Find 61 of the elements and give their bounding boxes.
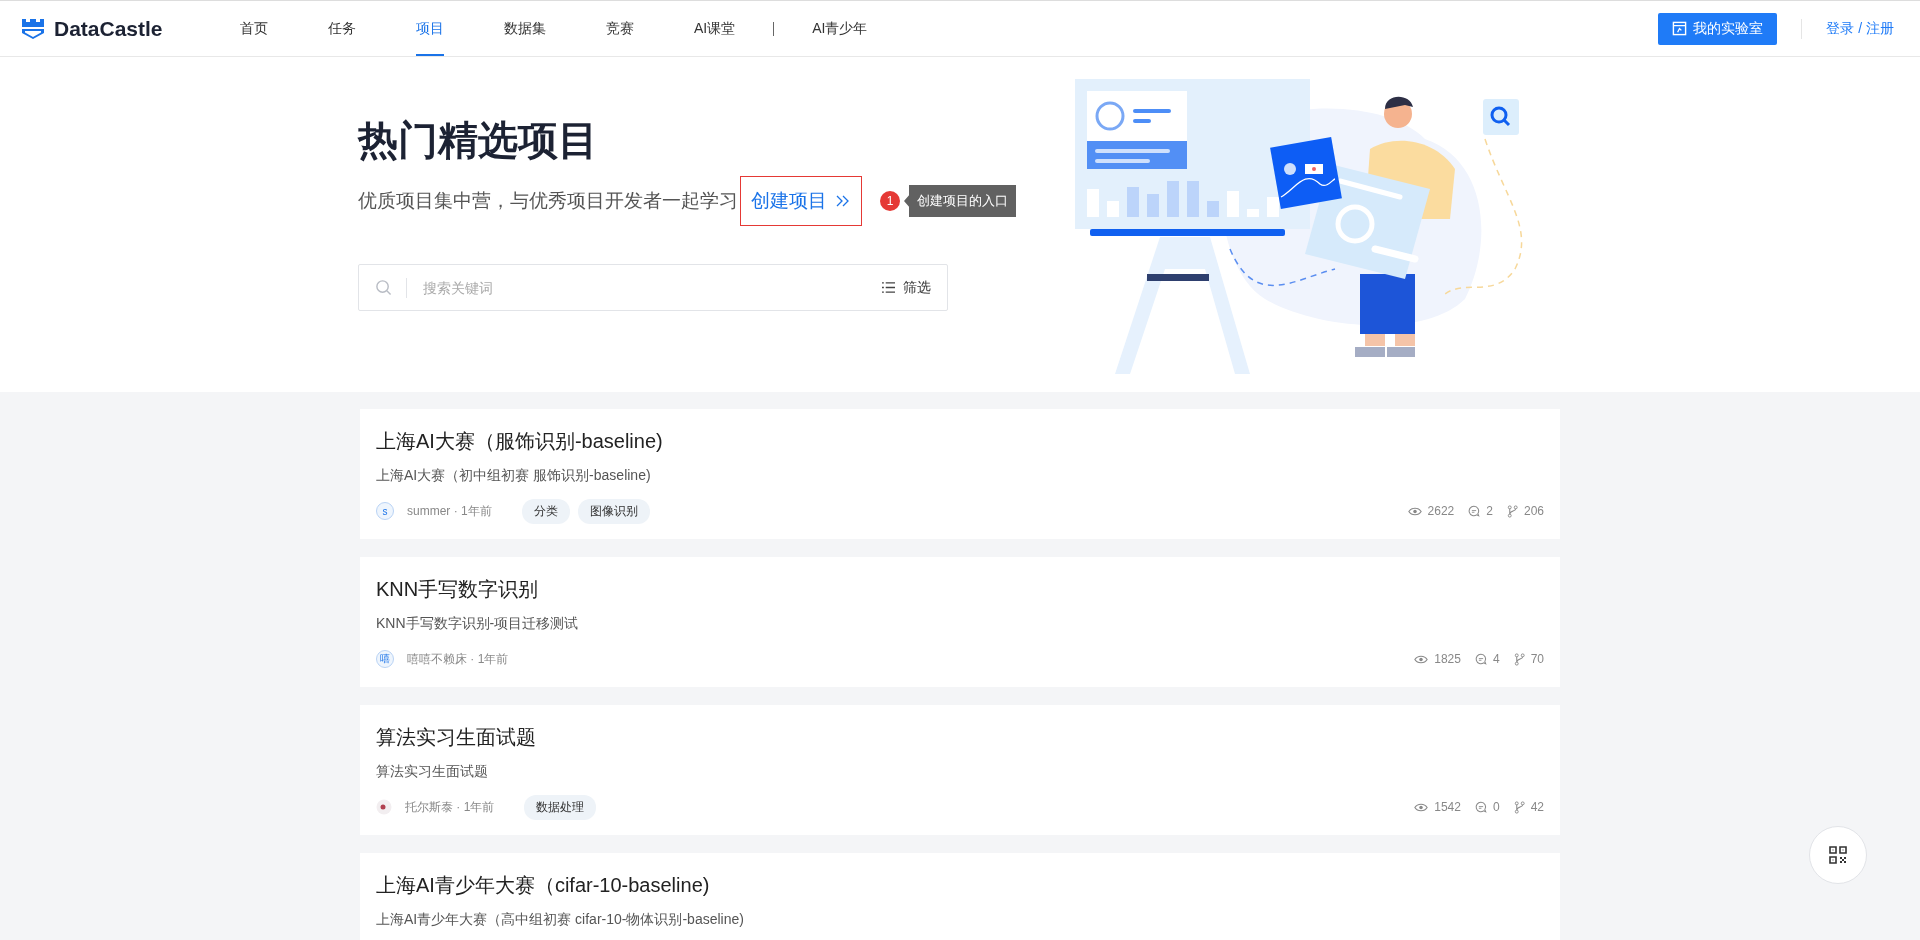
list-icon [881, 281, 896, 294]
project-title[interactable]: 上海AI青少年大赛（cifar-10-baseline) [376, 871, 1544, 899]
view-count: 1542 [1434, 800, 1461, 814]
fork-count: 42 [1530, 800, 1544, 814]
castle-logo-icon [20, 16, 46, 41]
project-description: 上海AI青少年大赛（高中组初赛 cifar-10-物体识别-baseline) [376, 910, 745, 929]
fork-count: 206 [1523, 504, 1544, 518]
qr-code-icon [1829, 846, 1847, 864]
project-description: KNN手写数字识别-项目迁移测试 [376, 614, 580, 633]
author-avatar: 嘻 [376, 650, 394, 668]
project-title[interactable]: 算法实习生面试题 [376, 723, 1544, 751]
fork-count: 70 [1530, 652, 1544, 666]
logo-text[interactable]: DataCastle [54, 16, 163, 41]
view-count: 1825 [1434, 652, 1461, 666]
view-count: 2622 [1427, 504, 1455, 518]
tag[interactable]: 分类 [521, 498, 570, 524]
comment-icon [1468, 505, 1481, 517]
search-field[interactable]: 搜索关键词 筛选 [358, 264, 948, 311]
fork-icon [1513, 800, 1525, 814]
login-link[interactable]: 登录 / 注册 [1826, 19, 1894, 38]
author-and-time: summer · 1年前 [407, 502, 492, 520]
author-and-time: 托尔斯泰 · 1年前 [405, 798, 495, 816]
create-project-link[interactable]: 创建项目 [740, 176, 862, 226]
nav-tab[interactable]: AI青少年 [812, 1, 868, 56]
project-title[interactable]: KNN手写数字识别 [376, 575, 1544, 603]
project-card[interactable]: 算法实习生面试题 算法实习生面试题 托尔斯泰 · 1年前 数据处理 1542 0 42 [360, 705, 1560, 835]
lab-icon [1672, 21, 1688, 36]
project-title[interactable]: 上海AI大赛（服饰识别-baseline) [376, 427, 1544, 455]
project-card[interactable]: KNN手写数字识别 KNN手写数字识别-项目迁移测试 嘻 嘻嘻不赖床 · 1年前 1825 4 70 [360, 557, 1560, 687]
nav-tab[interactable]: 竞赛 [606, 1, 634, 56]
eye-icon [1407, 505, 1422, 517]
comment-icon [1474, 801, 1487, 813]
project-card[interactable]: 上海AI青少年大赛（cifar-10-baseline) 上海AI青少年大赛（高中组初赛 cifar-10-物体识别-baseline) [360, 853, 1560, 940]
fork-icon [1506, 504, 1518, 518]
annotation-badge: 1 [880, 191, 900, 211]
fork-icon [1513, 652, 1525, 666]
nav-tab[interactable]: 数据集 [504, 1, 546, 56]
annotation-tooltip: 创建项目的入口 [904, 185, 1016, 217]
comment-count: 4 [1492, 652, 1500, 666]
eye-icon [1414, 653, 1429, 665]
hero-subtitle: 优质项目集中营，与优秀项目开发者一起学习 [358, 189, 738, 213]
filter-button[interactable]: 筛选 [881, 278, 931, 297]
hero-title: 热门精选项目 [358, 117, 599, 164]
lab-button[interactable]: 我的实验室 [1658, 12, 1778, 45]
author-and-time: 嘻嘻不赖床 · 1年前 [407, 650, 509, 668]
tag[interactable]: 图像识别 [577, 498, 650, 524]
eye-icon [1414, 801, 1429, 813]
project-description: 上海AI大赛（初中组初赛 服饰识别-baseline) [376, 466, 652, 485]
author-avatar-icon [376, 799, 392, 815]
author-avatar: s [376, 502, 394, 520]
search-icon [375, 279, 392, 296]
comment-count: 2 [1486, 504, 1493, 518]
nav-tab[interactable]: 任务 [328, 1, 356, 56]
project-card[interactable]: 上海AI大赛（服饰识别-baseline) 上海AI大赛（初中组初赛 服饰识别-baseline) s summer · 1年前 分类 图像识别 2622 2 206 [360, 409, 1560, 539]
project-description: 算法实习生面试题 [376, 762, 489, 781]
tag[interactable]: 数据处理 [524, 794, 597, 820]
nav-tab[interactable]: AI课堂 [694, 1, 736, 56]
nav-tab[interactable]: 首页 [240, 1, 268, 56]
comment-count: 0 [1492, 800, 1500, 814]
double-chevron-icon [835, 194, 851, 208]
comment-icon [1474, 653, 1487, 665]
